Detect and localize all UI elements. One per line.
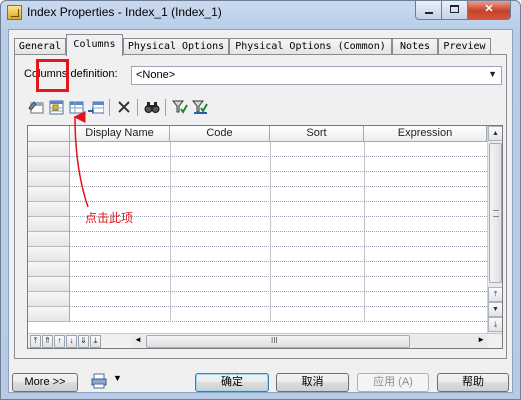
move-to-bottom-button[interactable]: ⤓ [90, 335, 101, 348]
table-row [70, 276, 487, 277]
move-down-button[interactable]: ↓ [66, 335, 77, 348]
annotation-arrow [73, 111, 89, 208]
column-divider [270, 142, 271, 322]
filter-icon [172, 100, 188, 114]
vertical-scroll-thumb[interactable] [489, 143, 502, 283]
apply-button[interactable]: 应用 (A) [357, 373, 429, 392]
scroll-up-button[interactable]: ▲ [488, 126, 502, 141]
tab-preview[interactable]: Preview [438, 38, 491, 55]
cancel-button[interactable]: 取消 [276, 373, 349, 392]
tab-physical-options[interactable]: Physical Options [123, 38, 229, 55]
scroll-right-button[interactable]: ► [477, 335, 485, 344]
row-header[interactable] [28, 292, 70, 307]
close-button[interactable]: ✕ [467, 1, 511, 20]
scroll-grip-icon: III [271, 336, 278, 345]
scroll-to-top-button[interactable]: ⤒ [488, 287, 502, 302]
close-icon: ✕ [484, 3, 494, 15]
table-row [70, 171, 487, 172]
scroll-down-button[interactable]: ▼ [488, 302, 502, 317]
grid-navigation-bar: ⤒ ⇑ ↑ ↓ ⇓ ⤓ ◄ III ► [28, 333, 502, 348]
properties-button[interactable] [27, 98, 45, 116]
clear-filter-icon [192, 100, 208, 114]
maximize-icon [450, 5, 459, 13]
columns-definition-value: <None> [136, 69, 176, 81]
minimize-button[interactable] [415, 1, 442, 20]
table-row [70, 231, 487, 232]
row-header[interactable] [28, 262, 70, 277]
tab-columns[interactable]: Columns [66, 34, 123, 56]
printer-icon [91, 373, 107, 389]
table-row [70, 186, 487, 187]
table-row [70, 201, 487, 202]
scroll-grip-icon [493, 210, 499, 217]
horizontal-scrollbar[interactable]: ◄ III ► [132, 335, 487, 348]
properties-icon [28, 101, 44, 114]
move-up-button[interactable]: ↑ [54, 335, 65, 348]
table-row [70, 261, 487, 262]
toolbar-separator [109, 99, 110, 116]
clear-filter-button[interactable] [191, 98, 209, 116]
window-title: Index Properties - Index_1 (Index_1) [27, 5, 222, 19]
filter-button[interactable] [171, 98, 189, 116]
move-page-down-button[interactable]: ⇓ [78, 335, 89, 348]
chevron-down-icon[interactable]: ▼ [113, 373, 122, 383]
delete-button[interactable] [115, 98, 133, 116]
column-divider [364, 142, 365, 322]
tab-notes[interactable]: Notes [392, 38, 438, 55]
vertical-scrollbar[interactable]: ▲ ⤒ ▼ ⤓ [487, 126, 502, 334]
find-icon [144, 102, 160, 113]
row-header[interactable] [28, 247, 70, 262]
columns-definition-select[interactable]: <None> ▼ [131, 66, 502, 85]
scroll-to-bottom-button[interactable]: ⤓ [488, 317, 502, 332]
delete-icon [118, 101, 130, 113]
column-header-sort[interactable]: Sort [270, 126, 364, 142]
table-row [70, 306, 487, 307]
toolbar-separator [165, 99, 166, 116]
column-header-expression[interactable]: Expression [364, 126, 487, 142]
annotation-text: 点击此项 [85, 211, 134, 225]
ok-button[interactable]: 确定 [195, 373, 269, 392]
column-divider [170, 142, 171, 322]
chevron-down-icon: ▼ [488, 69, 497, 79]
move-to-top-button[interactable]: ⤒ [30, 335, 41, 348]
row-header[interactable] [28, 232, 70, 247]
row-header[interactable] [28, 277, 70, 292]
row-header[interactable] [28, 307, 70, 322]
toolbar-separator [137, 99, 138, 116]
minimize-icon [425, 12, 433, 14]
tab-general[interactable]: General [14, 38, 66, 55]
table-row [70, 156, 487, 157]
highlight-box [36, 59, 69, 92]
help-button[interactable]: 帮助 [437, 373, 509, 392]
column-header-code[interactable]: Code [170, 126, 270, 142]
print-button[interactable] [91, 373, 109, 392]
tab-physical-options-common[interactable]: Physical Options (Common) [229, 38, 392, 55]
window-app-icon [7, 5, 22, 20]
maximize-button[interactable] [441, 1, 468, 20]
table-row [70, 291, 487, 292]
scroll-left-button[interactable]: ◄ [134, 335, 142, 344]
horizontal-scroll-thumb[interactable]: III [146, 335, 410, 348]
table-row [70, 246, 487, 247]
move-page-up-button[interactable]: ⇑ [42, 335, 53, 348]
more-button[interactable]: More >> [12, 373, 78, 392]
grid-cells[interactable] [70, 142, 487, 322]
table-row [70, 321, 487, 322]
title-bar[interactable]: Index Properties - Index_1 (Index_1) ✕ [1, 1, 520, 25]
properties-window: Index Properties - Index_1 (Index_1) ✕ G… [0, 0, 521, 400]
find-button[interactable] [143, 98, 161, 116]
